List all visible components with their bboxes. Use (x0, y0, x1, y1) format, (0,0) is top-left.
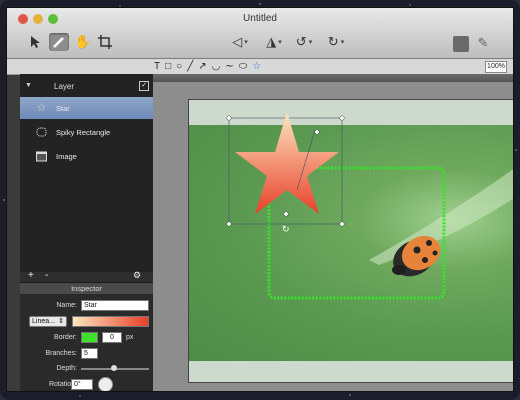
rotate-handle-icon[interactable]: ↻ (282, 224, 290, 234)
layer-item-label: Spiky Rectangle (56, 128, 111, 137)
gradient-swatch[interactable] (72, 316, 149, 327)
pencil-icon (53, 37, 64, 48)
rotate-left-icon: ↺ (295, 34, 307, 49)
layer-visibility-checkbox[interactable]: ✓ (139, 81, 149, 91)
add-layer-button[interactable]: + (28, 270, 34, 281)
line-tool-icon[interactable]: ╱ (187, 61, 193, 72)
flip-horizontal-icon: ◁ (232, 34, 243, 49)
curve-tool-icon[interactable]: ∼ (225, 61, 233, 72)
layer-item-label: Image (56, 152, 77, 161)
rotate-right-button[interactable]: ↻ (321, 33, 351, 51)
ellipse-tool-icon[interactable]: ○ (176, 61, 182, 72)
name-label: Name: (56, 302, 77, 309)
text-tool-icon[interactable]: T (154, 61, 160, 72)
gear-icon[interactable]: ⚙ (133, 270, 141, 281)
title-bar: Untitled ✋ ◁ ◮ ↺ ↻ ✎ (7, 8, 513, 59)
spiky-rect-icon (35, 126, 48, 138)
hand-tool-button[interactable]: ✋ (73, 33, 93, 51)
document-canvas[interactable]: ↻ (189, 100, 513, 382)
rotate-right-icon: ↻ (327, 34, 339, 49)
crop-tool-button[interactable] (95, 33, 115, 51)
layers-sidebar: ▼ Layer ✓ ☆ Star Spiky Rectangle Image +… (20, 74, 153, 391)
rectangle-tool-icon[interactable]: □ (165, 61, 171, 72)
flip-vertical-icon: ◮ (266, 34, 277, 49)
arc-tool-icon[interactable]: ◡ (212, 61, 221, 72)
border-unit: px (126, 334, 134, 341)
layer-item-image[interactable]: Image (20, 145, 153, 167)
remove-layer-button[interactable]: - (45, 270, 48, 281)
window-title: Untitled (243, 13, 277, 24)
layer-group-label: Layer (54, 82, 75, 91)
image-icon (35, 150, 48, 162)
star-tool-icon[interactable]: ☆ (252, 61, 261, 72)
arrow-icon (31, 36, 40, 48)
effects-button[interactable] (453, 36, 469, 52)
zoom-level[interactable]: 100% (485, 61, 507, 73)
canvas-area[interactable]: ↻ (153, 74, 513, 391)
rotation-field[interactable]: 0° (71, 379, 93, 390)
magic-wand-button[interactable]: ✎ (473, 34, 493, 52)
layers-footer: + - ⚙ (20, 270, 153, 282)
border-label: Border: (54, 334, 77, 341)
depth-slider-knob[interactable] (111, 365, 117, 371)
layer-item-star[interactable]: ☆ Star (20, 97, 153, 119)
flip-vertical-button[interactable]: ◮ (259, 33, 289, 51)
border-width-field[interactable]: 0 (102, 332, 122, 343)
spiky-rect-tool-icon[interactable]: ⬭ (239, 61, 248, 72)
shape-toolbar: T □ ○ ╱ ↗ ◡ ∼ ⬭ ☆ 100% (7, 59, 513, 75)
star-shape[interactable] (235, 112, 339, 214)
star-icon: ☆ (36, 102, 47, 114)
ruler (153, 74, 513, 82)
arrow-tool-button[interactable] (25, 33, 45, 51)
flip-horizontal-button[interactable]: ◁ (225, 33, 255, 51)
hand-icon: ✋ (74, 34, 92, 49)
app-window: Untitled ✋ ◁ ◮ ↺ ↻ ✎ T □ ○ ╱ ↗ ◡ ∼ ⬭ ☆ 100% ▼ La… (7, 8, 513, 391)
depth-label: Depth: (56, 365, 77, 372)
layer-item-spiky-rectangle[interactable]: Spiky Rectangle (20, 121, 153, 143)
branches-label: Branches: (45, 350, 77, 357)
border-color-swatch[interactable] (81, 332, 98, 343)
fill-type-select[interactable]: Linea... ⇕ (29, 316, 67, 327)
pencil-tool-button[interactable] (49, 33, 69, 51)
layer-item-label: Star (56, 104, 70, 113)
layer-group-header[interactable]: ▼ Layer ✓ (20, 78, 153, 96)
disclosure-triangle-icon[interactable]: ▼ (25, 82, 32, 89)
rotate-left-button[interactable]: ↺ (289, 33, 319, 51)
crop-icon (98, 35, 112, 49)
magic-wand-icon: ✎ (477, 35, 489, 50)
inspector-panel: Name: Star Linea... ⇕ Border: 0 px Branch… (20, 294, 153, 391)
name-field[interactable]: Star (81, 300, 149, 311)
branches-field[interactable]: 5 (81, 348, 98, 359)
depth-slider[interactable] (81, 365, 149, 371)
rotation-dial[interactable] (98, 377, 113, 391)
ladybug (392, 235, 441, 277)
arrow-line-tool-icon[interactable]: ↗ (198, 61, 206, 72)
canvas-shapes: ↻ (226, 112, 446, 300)
